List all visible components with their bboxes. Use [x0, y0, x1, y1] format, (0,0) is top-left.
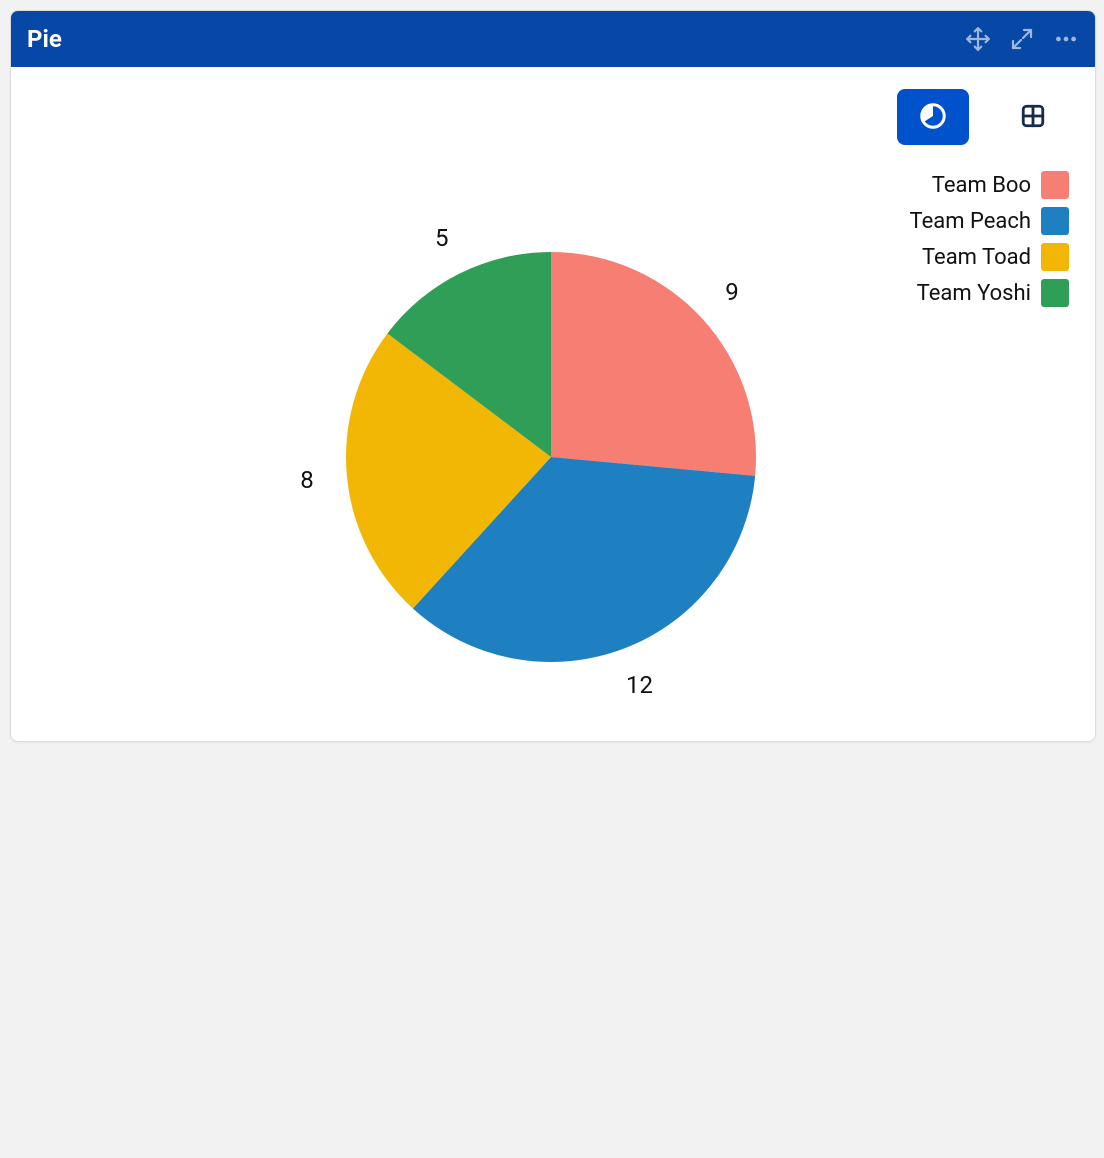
panel-body: Team Boo Team Peach Team Toad Team Yoshi…	[11, 67, 1095, 741]
more-icon[interactable]	[1053, 26, 1079, 52]
panel-title: Pie	[27, 25, 62, 53]
pie-chart-area: 9 12 8 5	[11, 67, 1095, 741]
pie-slice-label: 9	[725, 278, 739, 306]
pie-slice-label: 5	[435, 224, 449, 252]
pie-slice-label: 8	[300, 466, 314, 494]
panel-header: Pie	[11, 11, 1095, 67]
chart-panel: Pie	[10, 10, 1096, 742]
pie-chart-svg	[11, 67, 1095, 741]
pie-slice-label: 12	[626, 671, 653, 699]
panel-header-actions	[965, 26, 1079, 52]
move-icon[interactable]	[965, 26, 991, 52]
expand-icon[interactable]	[1009, 26, 1035, 52]
